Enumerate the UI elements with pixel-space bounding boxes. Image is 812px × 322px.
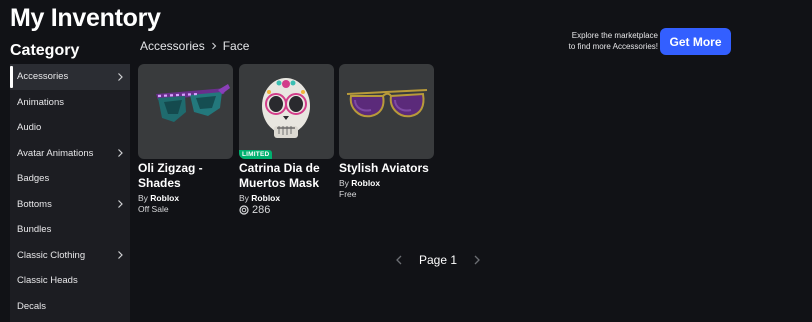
sidebar-item-label: Avatar Animations bbox=[17, 147, 94, 159]
sidebar-item-label: Classic Heads bbox=[17, 275, 78, 287]
sidebar-item-accessories[interactable]: Accessories bbox=[10, 64, 130, 90]
limited-badge: LIMITED bbox=[239, 150, 273, 159]
creator-name[interactable]: Roblox bbox=[150, 193, 179, 203]
sidebar-item-animations[interactable]: Animations bbox=[10, 90, 130, 116]
chevron-right-icon bbox=[211, 42, 216, 50]
sidebar-item-label: Decals bbox=[17, 300, 47, 312]
sidebar-item-label: Bundles bbox=[17, 224, 52, 236]
catrina-mask-image bbox=[262, 78, 310, 138]
item-name[interactable]: Catrina Dia de Muertos Mask bbox=[239, 161, 334, 191]
chevron-right-icon bbox=[118, 200, 123, 209]
item-price: Free bbox=[339, 189, 357, 199]
breadcrumb-parent[interactable]: Accessories bbox=[140, 39, 205, 53]
sidebar-item-label: Bottoms bbox=[17, 198, 52, 210]
previous-page-icon[interactable] bbox=[393, 253, 405, 267]
breadcrumb: Accessories Face bbox=[140, 39, 249, 53]
creator-prefix: By bbox=[239, 193, 249, 203]
page-label: Page 1 bbox=[419, 253, 458, 267]
category-sidebar: Accessories Animations Audio Avatar Anim… bbox=[10, 64, 130, 322]
robux-icon bbox=[239, 205, 249, 215]
item-creator: By Roblox bbox=[239, 193, 334, 203]
item-thumbnail[interactable] bbox=[138, 64, 233, 159]
creator-name[interactable]: Roblox bbox=[351, 178, 380, 188]
item-card[interactable]: Stylish Aviators By Roblox Free bbox=[339, 64, 434, 199]
sidebar-item-badges[interactable]: Badges bbox=[10, 166, 130, 192]
creator-name[interactable]: Roblox bbox=[251, 193, 280, 203]
aviators-image bbox=[346, 89, 428, 118]
item-creator: By Roblox bbox=[339, 178, 434, 188]
category-heading: Category bbox=[10, 42, 80, 59]
sidebar-item-audio[interactable]: Audio bbox=[10, 115, 130, 141]
promo-text: Explore the marketplace to find more Acc… bbox=[540, 30, 658, 52]
sidebar-item-label: Accessories bbox=[17, 71, 69, 83]
item-thumbnail[interactable]: LIMITED bbox=[239, 64, 334, 159]
creator-prefix: By bbox=[138, 193, 148, 203]
promo-line-2: to find more Accessories! bbox=[568, 42, 658, 51]
zigzag-shades-image bbox=[156, 84, 230, 122]
item-card[interactable]: Oli Zigzag - Shades By Roblox Off Sale bbox=[138, 64, 233, 214]
item-price: 286 bbox=[239, 204, 334, 216]
sidebar-item-avatar-animations[interactable]: Avatar Animations bbox=[10, 141, 130, 167]
item-card[interactable]: LIMITED Catrina Dia de Muertos Mask By R… bbox=[239, 64, 334, 216]
next-page-icon[interactable] bbox=[471, 253, 483, 267]
item-price: Off Sale bbox=[138, 204, 169, 214]
chevron-right-icon bbox=[118, 72, 123, 81]
item-name[interactable]: Stylish Aviators bbox=[339, 161, 434, 176]
creator-prefix: By bbox=[339, 178, 349, 188]
pagination: Page 1 bbox=[393, 253, 483, 267]
sidebar-item-label: Classic Clothing bbox=[17, 249, 86, 261]
item-thumbnail[interactable] bbox=[339, 64, 434, 159]
breadcrumb-current: Face bbox=[222, 39, 250, 53]
chevron-right-icon bbox=[118, 251, 123, 260]
sidebar-item-bottoms[interactable]: Bottoms bbox=[10, 192, 130, 218]
sidebar-item-classic-heads[interactable]: Classic Heads bbox=[10, 268, 130, 294]
chevron-right-icon bbox=[118, 149, 123, 158]
item-creator: By Roblox bbox=[138, 193, 233, 203]
get-more-button[interactable]: Get More bbox=[660, 28, 731, 55]
price-value: 286 bbox=[252, 204, 271, 216]
sidebar-item-classic-clothing[interactable]: Classic Clothing bbox=[10, 243, 130, 269]
sidebar-item-label: Badges bbox=[17, 173, 50, 185]
sidebar-item-bundles[interactable]: Bundles bbox=[10, 217, 130, 243]
sidebar-item-decals[interactable]: Decals bbox=[10, 294, 130, 320]
item-name[interactable]: Oli Zigzag - Shades bbox=[138, 161, 233, 191]
promo-line-1: Explore the marketplace bbox=[571, 31, 658, 40]
page-title: My Inventory bbox=[10, 4, 161, 32]
sidebar-item-label: Audio bbox=[17, 122, 42, 134]
sidebar-item-label: Animations bbox=[17, 96, 64, 108]
